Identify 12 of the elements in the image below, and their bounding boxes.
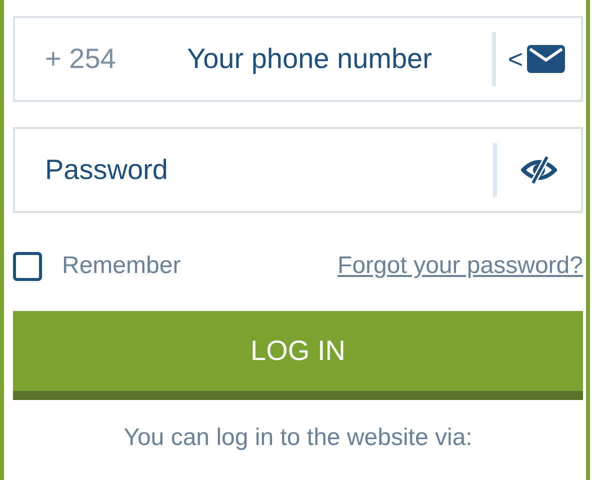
phone-field[interactable]: + 254 Your phone number < [13,16,583,102]
country-code: + 254 [45,43,117,75]
switch-caret[interactable]: < [508,44,523,74]
remember-label: Remember [62,252,181,280]
eye-slash-icon[interactable] [521,156,557,184]
envelope-icon[interactable] [527,45,565,73]
phone-number-input[interactable]: Your phone number [185,42,482,76]
remember-checkbox[interactable] [13,252,42,280]
login-options-text: You can log in to the website via: [122,424,474,452]
password-field[interactable]: Password [13,127,583,213]
password-input[interactable]: Password [45,153,483,187]
forgot-password-link[interactable]: Forgot your password? [338,252,583,280]
